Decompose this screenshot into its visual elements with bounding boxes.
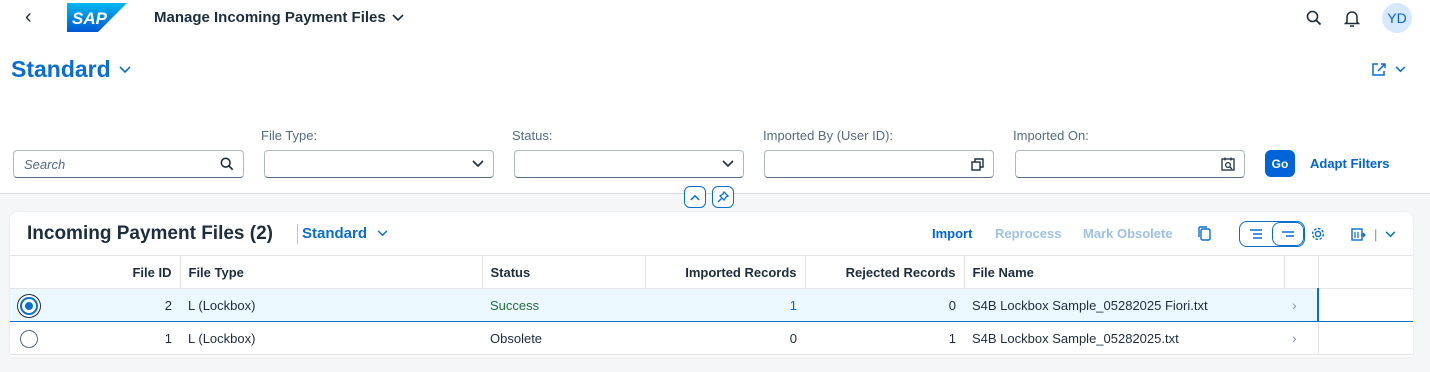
column-header-file-name[interactable]: File Name: [964, 255, 1285, 289]
chevron-down-icon: [1395, 66, 1406, 73]
shell-actions: YD: [1306, 3, 1412, 33]
calendar-icon[interactable]: [1221, 157, 1235, 171]
rejected-records-cell: 0: [805, 288, 964, 322]
variant-selector[interactable]: Standard: [11, 56, 131, 83]
expand-rows-button[interactable]: [1240, 222, 1272, 246]
chevron-down-icon: [472, 160, 484, 168]
copy-icon: [1198, 226, 1211, 241]
table-row[interactable]: 1 L (Lockbox) Obsolete 0 1 S4B Lockbox S…: [10, 321, 1413, 355]
chevron-right-icon: ›: [1292, 297, 1297, 313]
imported-by-input[interactable]: [764, 150, 994, 178]
share-icon: [1372, 63, 1386, 76]
chevron-down-icon: [392, 13, 404, 21]
table-header-row: File ID File Type Status Imported Record…: [10, 255, 1413, 289]
adapt-filters-button[interactable]: Adapt Filters: [1310, 156, 1389, 171]
page-header: Standard File Type: Status: Imported By …: [0, 36, 1430, 208]
variant-title: Standard: [11, 56, 111, 82]
header-toggle-bar: [684, 186, 734, 208]
app-title-menu[interactable]: Manage Incoming Payment Files: [154, 9, 404, 26]
file-id-cell: 2: [164, 297, 172, 313]
chevron-down-icon: [377, 230, 388, 237]
pin-icon: [717, 191, 729, 203]
imported-records-cell: 0: [645, 321, 805, 355]
status-cell: Obsolete: [482, 321, 645, 355]
import-button[interactable]: Import: [932, 226, 972, 241]
status-cell: Success: [482, 288, 645, 322]
imported-on-input[interactable]: [1015, 150, 1245, 178]
column-header-file-id[interactable]: File ID: [10, 255, 181, 289]
shell-bar: ‹ SAP Manage Incoming Payment Files YD: [0, 0, 1430, 36]
avatar-initials: YD: [1387, 10, 1407, 26]
rejected-records-link[interactable]: 1: [805, 321, 964, 355]
export-icon: [1351, 228, 1366, 241]
file-name-cell: S4B Lockbox Sample_05282025.txt: [964, 321, 1284, 355]
mark-obsolete-button[interactable]: Mark Obsolete: [1083, 226, 1173, 241]
column-header-rejected-records[interactable]: Rejected Records: [805, 255, 965, 289]
column-header-filler: [1318, 255, 1413, 289]
file-name-cell: S4B Lockbox Sample_05282025 Fiori.txt: [964, 288, 1284, 322]
search-input[interactable]: Search: [13, 150, 244, 178]
expand-collapse-toggle[interactable]: [1239, 221, 1305, 247]
bell-icon[interactable]: [1344, 10, 1360, 27]
table-variant-label: Standard: [302, 225, 368, 242]
filler-cell: [1318, 288, 1413, 322]
status-label: Status:: [512, 128, 553, 143]
expand-icon: [1250, 229, 1262, 239]
reprocess-button[interactable]: Reprocess: [995, 226, 1061, 241]
go-button[interactable]: Go: [1265, 150, 1295, 177]
gear-icon: [1311, 227, 1325, 241]
file-type-cell: L (Lockbox): [180, 288, 482, 322]
search-placeholder: Search: [24, 156, 66, 172]
table-title: Incoming Payment Files (2): [27, 223, 273, 244]
chevron-right-icon: ›: [1292, 330, 1297, 346]
row-select-radio[interactable]: [20, 330, 38, 348]
chevron-up-icon: [690, 194, 700, 201]
back-arrow-icon[interactable]: ‹: [25, 7, 32, 27]
file-type-label: File Type:: [261, 128, 318, 143]
file-type-cell: L (Lockbox): [180, 321, 482, 355]
chevron-down-icon: [1385, 230, 1396, 237]
sap-logo-text: SAP: [72, 9, 108, 28]
table-variant-selector[interactable]: Standard: [302, 225, 388, 242]
value-help-icon[interactable]: [971, 157, 984, 171]
collapse-icon: [1282, 231, 1294, 237]
imported-by-label: Imported By (User ID):: [763, 128, 894, 143]
file-type-select[interactable]: [264, 150, 494, 178]
status-select[interactable]: [514, 150, 744, 178]
table-row[interactable]: 2 L (Lockbox) Success 1 0 S4B Lockbox Sa…: [10, 288, 1413, 322]
collapse-header-button[interactable]: [684, 186, 706, 208]
column-header-status[interactable]: Status: [482, 255, 646, 289]
file-id-cell: 1: [164, 330, 172, 346]
divider: [297, 224, 298, 244]
separator-bar: |: [1374, 226, 1378, 242]
chevron-down-icon: [722, 160, 734, 168]
export-menu[interactable]: |: [1350, 226, 1396, 242]
sap-logo[interactable]: SAP: [67, 3, 127, 32]
payment-files-table: File ID File Type Status Imported Record…: [10, 255, 1413, 355]
imported-on-label: Imported On:: [1013, 128, 1089, 143]
share-menu[interactable]: [1371, 62, 1406, 77]
row-select-radio[interactable]: [20, 297, 38, 315]
copy-button[interactable]: [1198, 226, 1211, 241]
collapse-rows-button[interactable]: [1272, 222, 1304, 246]
row-navigation[interactable]: ›: [1284, 288, 1319, 322]
column-header-navigation: [1284, 255, 1319, 289]
filler-cell: [1318, 321, 1413, 355]
imported-records-link[interactable]: 1: [645, 288, 805, 322]
pin-header-button[interactable]: [712, 186, 734, 208]
app-title: Manage Incoming Payment Files: [154, 9, 386, 26]
row-navigation[interactable]: ›: [1284, 321, 1319, 355]
chevron-down-icon: [119, 65, 131, 73]
table-settings-button[interactable]: [1310, 226, 1326, 242]
search-icon[interactable]: [1306, 10, 1322, 26]
column-header-file-type[interactable]: File Type: [180, 255, 483, 289]
table-card: Incoming Payment Files (2) Standard Impo…: [10, 212, 1413, 357]
column-header-imported-records[interactable]: Imported Records: [645, 255, 806, 289]
search-icon[interactable]: [220, 157, 234, 171]
avatar[interactable]: YD: [1382, 3, 1412, 33]
